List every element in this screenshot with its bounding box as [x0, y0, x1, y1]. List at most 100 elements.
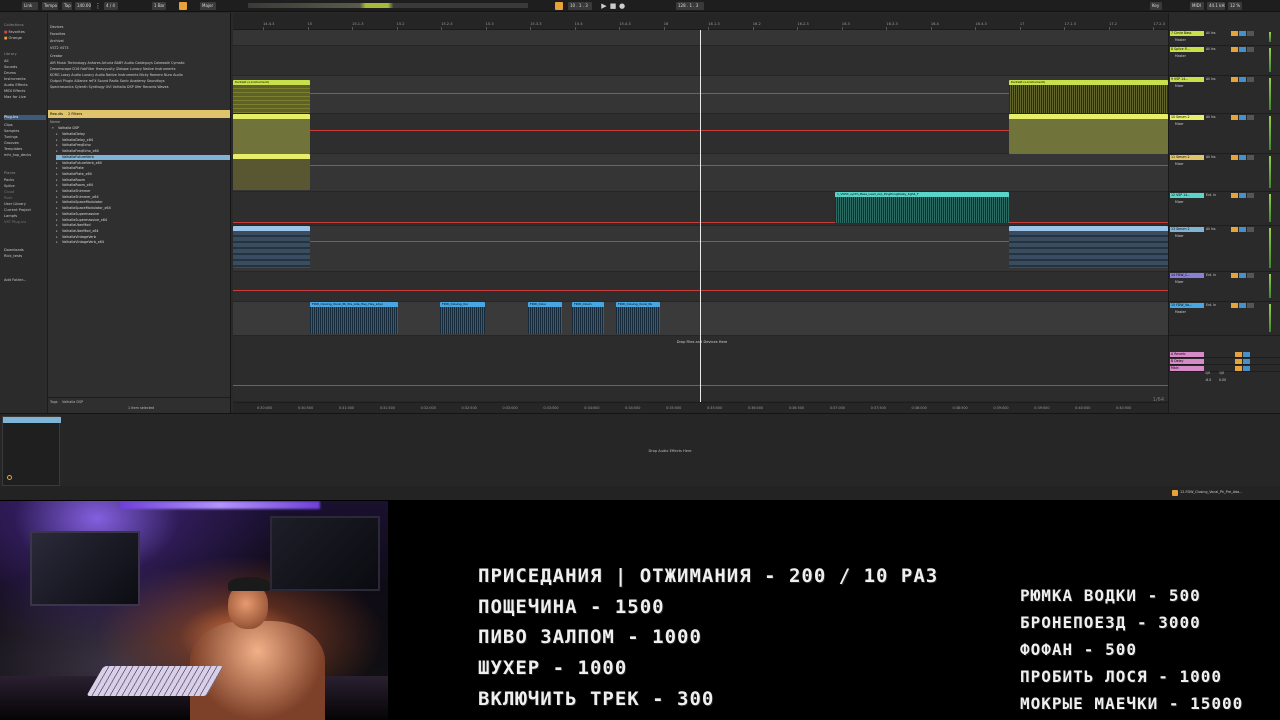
list-item[interactable]: ▸ ValhallaFutureVerb [56, 154, 230, 160]
creator-row-3[interactable]: KORG Lossy Audio Lunacy Audio Native Ins… [50, 73, 183, 77]
sidebar-item-sounds[interactable]: Sounds [4, 65, 46, 70]
folder-item[interactable]: ▾ Valhalla DSP [52, 126, 226, 131]
midi-clip[interactable] [233, 226, 310, 268]
sidebar-item-user-library[interactable]: User Library [4, 202, 46, 207]
column-header-name[interactable]: Name [50, 120, 224, 125]
record-icon[interactable]: ● [618, 2, 626, 10]
solo-button[interactable] [1239, 115, 1246, 120]
track-header[interactable]: 11 Serum 2 All Ins Mixer [1169, 154, 1280, 192]
creator-row-4[interactable]: Output Plugin Alliance reFX Sound Radix … [50, 79, 165, 83]
tags-tab[interactable]: Tags [50, 400, 58, 404]
output-routing-menu[interactable]: Mixer [1175, 280, 1184, 284]
sidebar-item-tunings[interactable]: Tunings [4, 135, 46, 140]
arm-button[interactable] [1247, 227, 1254, 232]
track-header[interactable]: 15 FDW_Vo... Ext. In Master [1169, 302, 1280, 336]
creator-row-2[interactable]: Dreamscape D16 FabFilter Heavyocity iZot… [50, 67, 175, 71]
list-item[interactable]: ▸ ValhallaUberMod [56, 223, 230, 228]
return-track-name[interactable]: Main [1170, 366, 1204, 371]
arm-button[interactable] [1247, 31, 1254, 36]
track-name[interactable]: 12 VSP 14... [1170, 193, 1204, 198]
output-routing-menu[interactable]: Mixer [1175, 84, 1184, 88]
sidebar-item-downloads[interactable]: Downloads [4, 248, 46, 253]
output-routing-menu[interactable]: Mixer [1175, 122, 1184, 126]
output-routing-menu[interactable]: Mixer [1175, 234, 1184, 238]
track-header[interactable]: 7 Circle Bass All Ins Master [1169, 30, 1280, 46]
list-item[interactable]: ▸ ValhallaFreqEcho [56, 143, 230, 148]
solo-button[interactable] [1239, 303, 1246, 308]
mute-button[interactable] [1231, 155, 1238, 160]
audio-clip[interactable]: FDW_Closi [528, 302, 562, 334]
device-panel[interactable] [2, 416, 61, 486]
list-item[interactable]: ▸ ValhallaVintageVerb_x64 [56, 240, 230, 245]
list-item[interactable]: ▸ ValhallaSupermassive_x64 [56, 218, 230, 223]
sidebar-item-instruments[interactable]: Instruments [4, 77, 46, 82]
list-item[interactable]: ▸ ValhallaPlate_x64 [56, 172, 230, 177]
track-header[interactable]: 13 Serum 2 All Ins Mixer [1169, 226, 1280, 272]
track-header[interactable]: 10 Serum 2 All Ins Mixer [1169, 114, 1280, 154]
arrangement-record-icon[interactable] [555, 2, 563, 10]
creator-row-5[interactable]: Spectrasonics Sylenth Synthogy UVI Valha… [50, 85, 169, 89]
mute-button[interactable] [1231, 115, 1238, 120]
add-folder-button[interactable]: Add Folder... [4, 278, 46, 283]
filter-favorites[interactable]: Favorites [50, 32, 65, 36]
mute-button[interactable] [1231, 47, 1238, 52]
list-item[interactable]: ▸ ValhallaShimmer_x64 [56, 195, 230, 200]
sidebar-item-midi-effects[interactable]: MIDI Effects [4, 89, 46, 94]
device-title-bar[interactable] [3, 417, 61, 423]
mute-button[interactable] [1231, 303, 1238, 308]
input-routing-menu[interactable]: All Ins [1206, 31, 1216, 35]
midi-button[interactable]: MIDI [1190, 2, 1204, 10]
solo-button[interactable] [1239, 155, 1246, 160]
list-item[interactable]: ▸ ValhallaRoom [56, 178, 230, 183]
track-name[interactable]: 9 VSP 14... [1170, 77, 1204, 82]
creator-row-1[interactable]: AIR Music Technology Antares Arturia BAB… [50, 61, 185, 65]
list-item[interactable]: ▸ ValhallaDelay [56, 132, 230, 137]
midi-clip[interactable] [233, 154, 310, 190]
audio-clip[interactable]: FDW_Closing_Voc [440, 302, 485, 334]
input-routing-menu[interactable]: All Ins [1206, 227, 1216, 231]
audio-clip[interactable]: 1_VN3X_synth_Bass_Lead_Arp_PingPongDelay… [835, 192, 1009, 223]
track-header[interactable]: 8 Splice Fl... All Ins Master [1169, 46, 1280, 76]
solo-button[interactable] [1239, 273, 1246, 278]
midi-clip[interactable]: Kontakt (L-Instrument) [1009, 80, 1168, 113]
track-name[interactable]: 13 Serum 2 [1170, 227, 1204, 232]
track-name[interactable]: 15 FDW_Vo... [1170, 303, 1204, 308]
arm-button[interactable] [1247, 193, 1254, 198]
master-value[interactable]: 0.00 [1219, 378, 1226, 382]
follow-button[interactable] [179, 2, 187, 10]
midi-clip[interactable] [1009, 114, 1168, 154]
arm-button[interactable] [1247, 115, 1254, 120]
sidebar-item-custom[interactable]: mhr_top_decks [4, 153, 46, 158]
sidebar-item-max-for-live[interactable]: Max for Live [4, 95, 46, 100]
time-signature-field[interactable]: 4 / 4 [104, 2, 118, 10]
scale-menu[interactable]: Major [200, 2, 216, 10]
list-item[interactable]: ▸ ValhallaSupermassive [56, 212, 230, 217]
list-item[interactable]: ▸ ValhallaFutureVerb_x64 [56, 161, 230, 166]
list-item[interactable]: ▸ ValhallaSpaceModulator [56, 200, 230, 205]
arm-button[interactable] [1247, 47, 1254, 52]
sidebar-item-favorites[interactable]: ■ Favorites [4, 30, 46, 35]
playhead[interactable] [700, 30, 701, 413]
sidebar-item-push[interactable]: Push [4, 196, 46, 201]
sidebar-item-orange[interactable]: ■ Orange [4, 36, 46, 41]
list-item[interactable]: ▸ ValhallaDelay_x64 [56, 138, 230, 143]
beat-ruler[interactable]: 14.4.3 15 15.1.3 15.2 15.2.3 15.3 15.3.3 15.4 15… [233, 13, 1168, 30]
link-button[interactable]: Link [22, 2, 38, 10]
list-item[interactable]: ▸ ValhallaSpaceModulator_x64 [56, 206, 230, 211]
sidebar-item-lampfs[interactable]: Lampfs [4, 214, 46, 219]
output-routing-menu[interactable]: Master [1175, 54, 1186, 58]
arrangement-view[interactable]: 14.4.3 15 15.1.3 15.2 15.2.3 15.3 15.3.3 15.4 15… [233, 13, 1168, 413]
list-item[interactable]: ▸ ValhallaFreqEcho_x64 [56, 149, 230, 154]
arm-button[interactable] [1247, 303, 1254, 308]
sidebar-item-plug-ins[interactable]: Plug-Ins [4, 115, 46, 120]
filters-count[interactable]: 2 Filters [68, 111, 82, 117]
solo-button[interactable] [1243, 359, 1250, 364]
track-name[interactable]: 11 Serum 2 [1170, 155, 1204, 160]
list-item[interactable]: ▸ ValhallaRoom_x64 [56, 183, 230, 188]
filter-devices[interactable]: Devices [50, 25, 63, 29]
track-name[interactable]: 10 Serum 2 [1170, 115, 1204, 120]
solo-button[interactable] [1239, 77, 1246, 82]
arm-button[interactable] [1247, 77, 1254, 82]
list-item[interactable]: ▸ ValhallaShimmer [56, 189, 230, 194]
track-name[interactable]: 8 Splice Fl... [1170, 47, 1204, 52]
